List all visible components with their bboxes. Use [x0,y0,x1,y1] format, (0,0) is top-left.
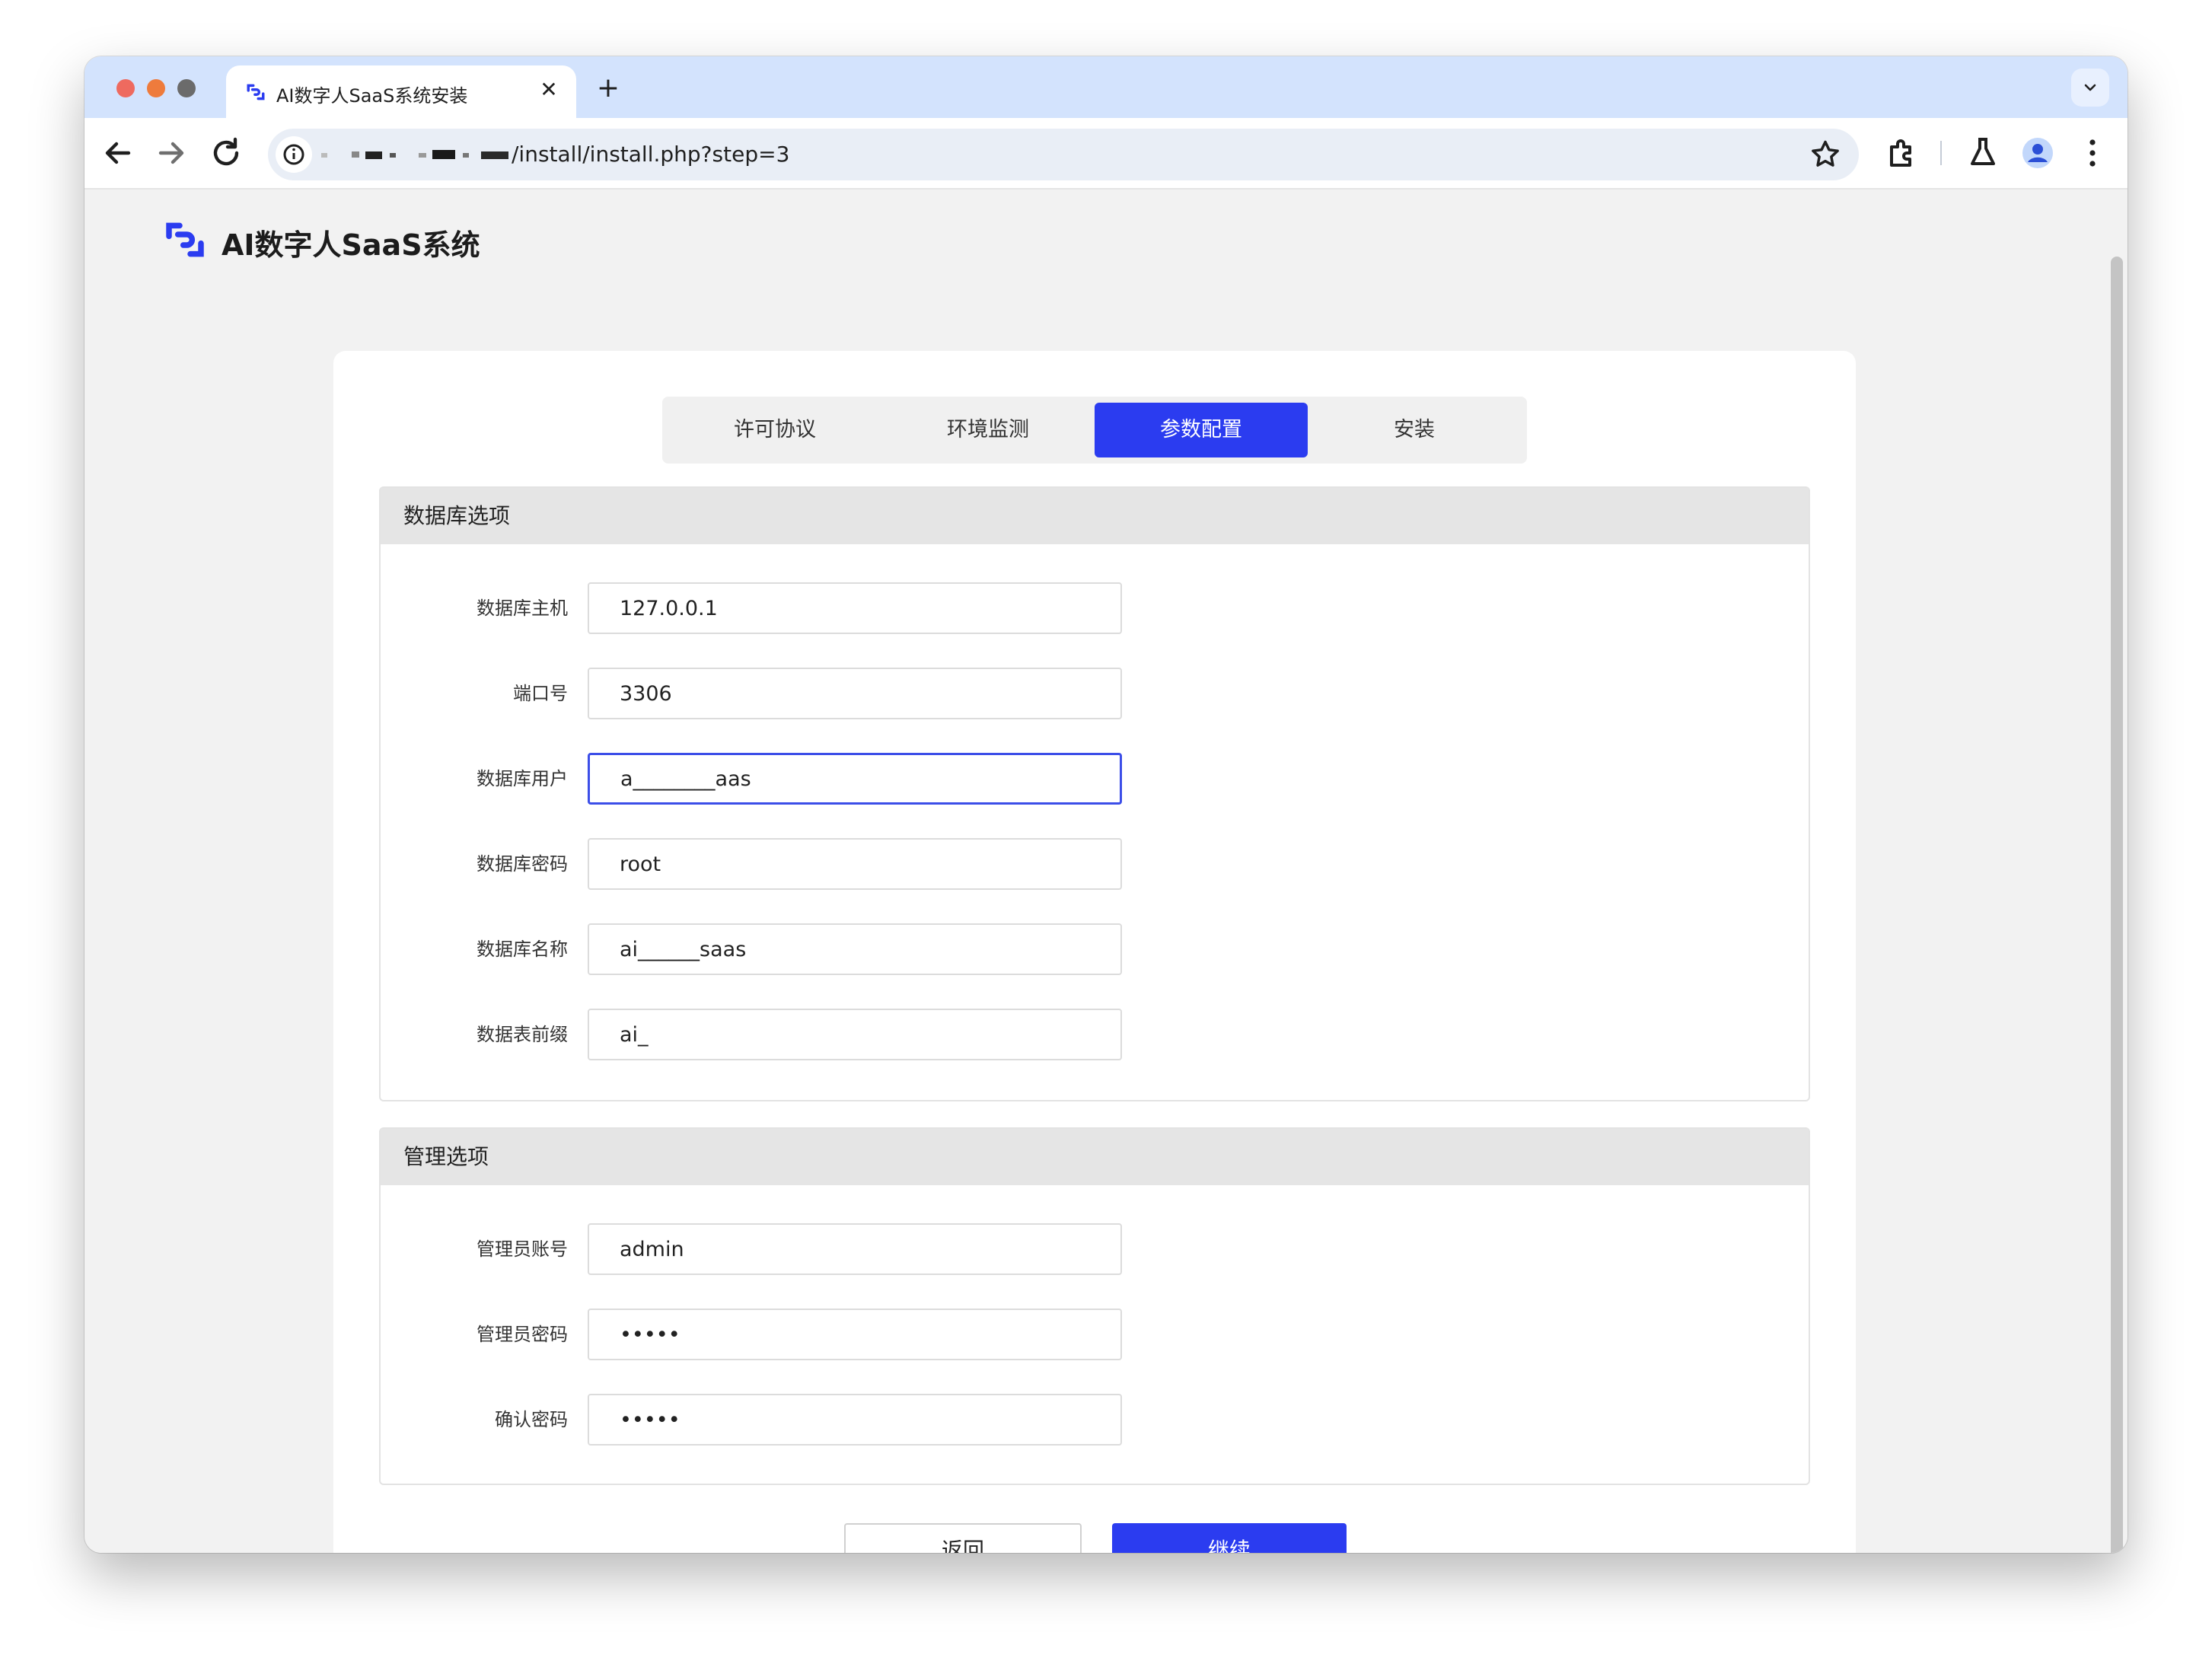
close-window-button[interactable] [116,79,135,97]
db-host-row: 数据库主机 [381,582,1809,634]
vertical-scrollbar[interactable] [2111,257,2123,1553]
db-user-row: 数据库用户 [381,753,1809,805]
reload-icon[interactable] [208,135,244,171]
toolbar-divider [1940,141,1942,165]
db-host-input[interactable] [588,582,1122,634]
field-label: 确认密码 [495,1409,568,1430]
db-user-input[interactable] [588,753,1122,805]
field-label: 管理员密码 [477,1324,568,1345]
continue-button[interactable]: 继续 [1112,1523,1347,1553]
field-label: 管理员账号 [477,1238,568,1260]
db-prefix-row: 数据表前缀 [381,1009,1809,1060]
favicon-icon [247,84,265,100]
admin-account-input[interactable] [588,1223,1122,1275]
install-card: 许可协议 环境监测 参数配置 安装 数据库选项 数据库主机 端口号 数据库用户 [333,351,1856,1553]
field-label: 数据库用户 [477,768,568,789]
maximize-window-button[interactable] [177,79,196,97]
browser-window: AI数字人SaaS系统安装 ✕ + /install/install.php?s… [84,56,2128,1553]
tab-bar: AI数字人SaaS系统安装 ✕ + [84,56,2128,118]
admin-account-row: 管理员账号 [381,1223,1809,1275]
tab-title: AI数字人SaaS系统安装 [276,85,468,107]
field-label: 数据库主机 [477,598,568,619]
bookmark-star-icon[interactable] [1809,138,1842,171]
close-tab-icon[interactable]: ✕ [535,76,563,104]
new-tab-button[interactable]: + [593,73,623,104]
confirm-password-row: 确认密码 [381,1394,1809,1446]
db-name-input[interactable] [588,923,1122,975]
field-label: 数据库密码 [477,853,568,875]
section-title: 数据库选项 [381,488,1809,544]
profile-avatar-icon[interactable] [2019,135,2056,171]
field-label: 端口号 [513,683,568,704]
browser-toolbar: /install/install.php?step=3 [84,118,2128,190]
db-password-row: 数据库密码 [381,838,1809,890]
db-name-row: 数据库名称 [381,923,1809,975]
chevron-down-icon [2084,84,2096,91]
db-port-row: 端口号 [381,668,1809,719]
address-bar[interactable]: /install/install.php?step=3 [268,129,1859,180]
logo-icon [166,222,204,257]
admin-section: 管理选项 管理员账号 管理员密码 确认密码 [379,1127,1810,1485]
admin-password-input[interactable] [588,1309,1122,1360]
step-environment-check[interactable]: 环境监测 [881,403,1095,457]
forward-arrow-icon[interactable] [153,135,190,171]
back-button[interactable]: 返回 [844,1523,1082,1553]
confirm-password-input[interactable] [588,1394,1122,1446]
field-label: 数据库名称 [477,939,568,960]
step-license[interactable]: 许可协议 [668,403,881,457]
minimize-window-button[interactable] [147,79,165,97]
section-title: 管理选项 [381,1129,1809,1185]
tab-search-button[interactable] [2071,69,2109,107]
site-info-button[interactable] [276,136,312,173]
db-prefix-input[interactable] [588,1009,1122,1060]
more-menu-icon[interactable] [2074,135,2111,171]
redacted-domain [321,150,508,159]
browser-tab[interactable]: AI数字人SaaS系统安装 ✕ [226,65,576,118]
page-viewport: AI数字人SaaS系统 许可协议 环境监测 参数配置 安装 数据库选项 数据库主… [84,190,2128,1553]
admin-password-row: 管理员密码 [381,1309,1809,1360]
database-section: 数据库选项 数据库主机 端口号 数据库用户 数据库密码 [379,486,1810,1101]
install-steps: 许可协议 环境监测 参数配置 安装 [662,397,1527,464]
logo-text: AI数字人SaaS系统 [222,228,480,262]
back-arrow-icon[interactable] [100,135,136,171]
extensions-icon[interactable] [1884,135,1920,171]
step-parameter-config[interactable]: 参数配置 [1095,403,1308,457]
db-port-input[interactable] [588,668,1122,719]
field-label: 数据表前缀 [477,1024,568,1045]
step-install[interactable]: 安装 [1308,403,1521,457]
site-info-icon [283,144,304,165]
db-password-input[interactable] [588,838,1122,890]
labs-flask-icon[interactable] [1965,135,2001,171]
url-path: /install/install.php?step=3 [512,142,790,167]
